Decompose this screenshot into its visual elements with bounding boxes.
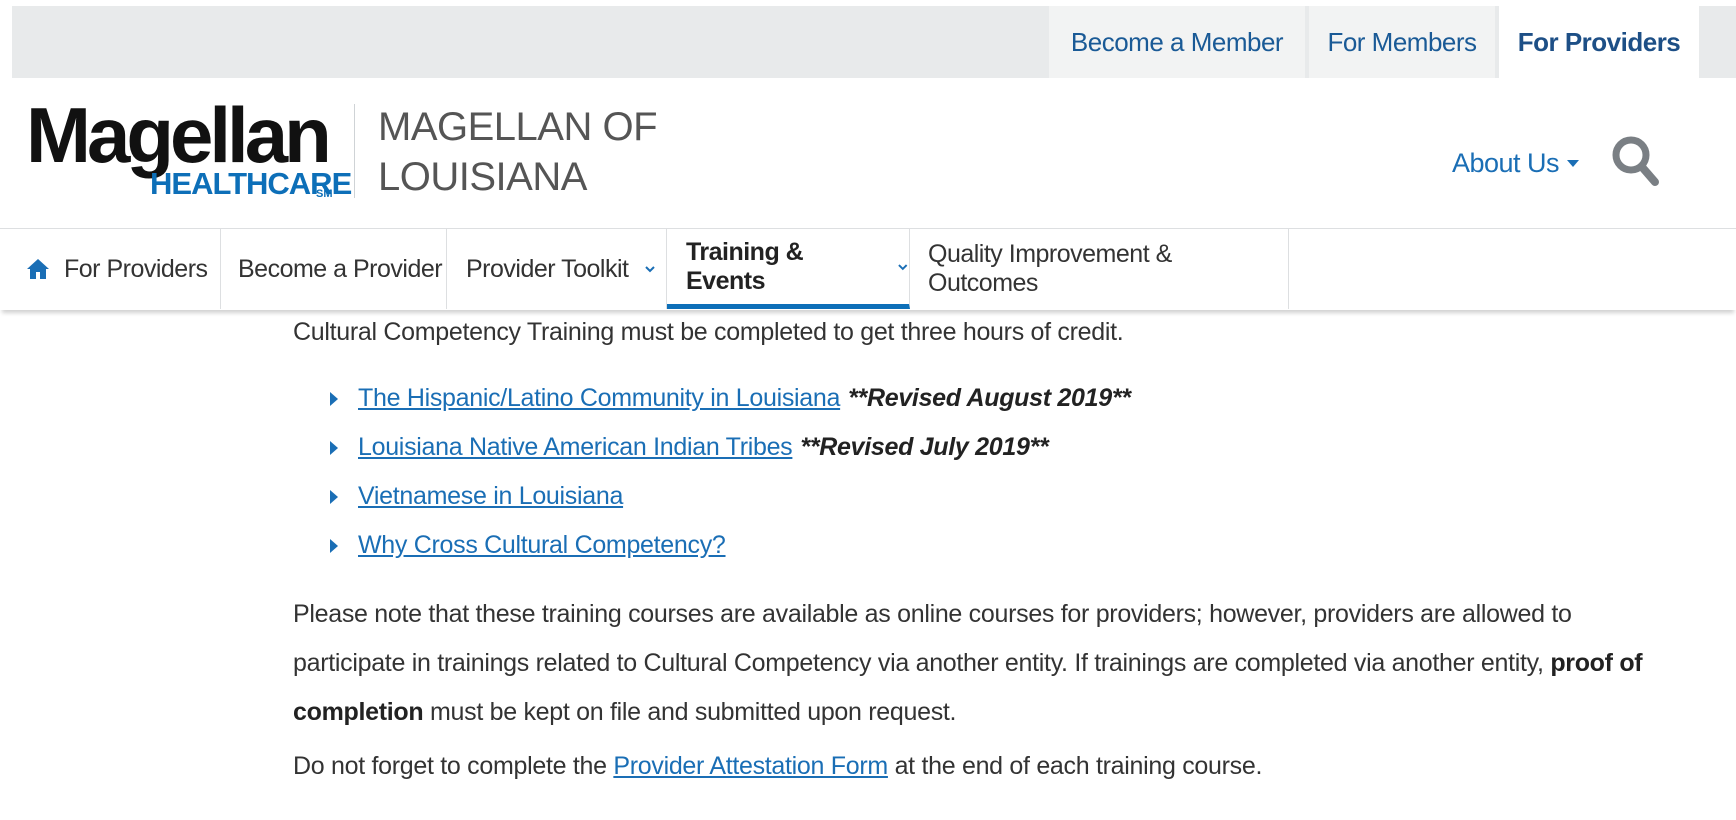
nav-quality-improvement[interactable]: Quality Improvement & Outcomes xyxy=(910,229,1289,309)
attestation-text: Do not forget to complete the xyxy=(293,752,614,780)
link-native-american[interactable]: Louisiana Native American Indian Tribes xyxy=(358,433,793,462)
link-hispanic-latino[interactable]: The Hispanic/Latino Community in Louisia… xyxy=(358,384,840,413)
logo-wordmark: Magellan xyxy=(26,91,332,179)
logo-service-mark: SM xyxy=(316,188,333,200)
nav-become-a-provider[interactable]: Become a Provider xyxy=(221,229,447,309)
attestation-paragraph: Do not forget to complete the Provider A… xyxy=(293,742,1683,791)
nav-label: Training & Events xyxy=(686,237,804,295)
nav-label: Become a Provider xyxy=(238,254,443,283)
bullet-arrow-icon xyxy=(330,538,338,553)
site-title: MAGELLAN OF LOUISIANA xyxy=(378,105,658,199)
caret-down-icon xyxy=(1567,160,1580,167)
training-links-list: The Hispanic/Latino Community in Louisia… xyxy=(330,374,1131,570)
chevron-down-icon xyxy=(645,266,656,273)
nav-label: Quality Improvement & Outcomes xyxy=(928,240,1172,297)
bullet-arrow-icon xyxy=(330,489,338,504)
tab-become-a-member[interactable]: Become a Member xyxy=(1049,6,1305,78)
nav-training-and-events[interactable]: Training & Events xyxy=(667,229,910,309)
list-item: Louisiana Native American Indian Tribes … xyxy=(330,423,1131,472)
about-us-dropdown[interactable]: About Us xyxy=(1452,148,1580,179)
tab-for-members[interactable]: For Members xyxy=(1309,6,1495,78)
list-item: Why Cross Cultural Competency? xyxy=(330,521,1131,570)
link-why-cross-cultural[interactable]: Why Cross Cultural Competency? xyxy=(358,531,726,560)
tab-label: Become a Member xyxy=(1070,26,1284,57)
provider-attestation-form-link[interactable]: Provider Attestation Form xyxy=(613,752,888,780)
main-content: Cultural Competency Training must be com… xyxy=(0,310,1736,820)
tab-label: For Members xyxy=(1327,26,1477,57)
nav-label: For Providers xyxy=(64,254,208,283)
bullet-arrow-icon xyxy=(330,391,338,406)
revision-note: **Revised July 2019** xyxy=(800,433,1049,461)
note-text-end: must be kept on file and submitted upon … xyxy=(423,698,957,726)
note-text: Please note that these training courses … xyxy=(293,600,1572,677)
attestation-text-end: at the end of each training course. xyxy=(887,752,1263,780)
site-header: Magellan HEALTHCARE SM MAGELLAN OF LOUIS… xyxy=(0,78,1736,228)
top-utility-bar: Become a Member For Members For Provider… xyxy=(12,6,1736,78)
nav-for-providers[interactable]: For Providers xyxy=(0,229,221,309)
chevron-down-icon xyxy=(898,263,908,270)
home-icon xyxy=(27,259,49,279)
nav-label: Provider Toolkit xyxy=(466,254,629,283)
link-vietnamese[interactable]: Vietnamese in Louisiana xyxy=(358,482,623,511)
search-icon[interactable] xyxy=(1610,134,1660,188)
tab-label: For Providers xyxy=(1517,26,1681,57)
list-item: The Hispanic/Latino Community in Louisia… xyxy=(330,374,1131,423)
tab-for-providers[interactable]: For Providers xyxy=(1499,6,1699,78)
note-paragraph: Please note that these training courses … xyxy=(293,590,1683,737)
nav-provider-toolkit[interactable]: Provider Toolkit xyxy=(447,229,667,309)
bullet-arrow-icon xyxy=(330,440,338,455)
intro-text: Cultural Competency Training must be com… xyxy=(293,318,1124,346)
revision-note: **Revised August 2019** xyxy=(848,384,1131,412)
main-navigation: For Providers Become a Provider Provider… xyxy=(0,228,1736,310)
list-item: Vietnamese in Louisiana xyxy=(330,472,1131,521)
logo-divider xyxy=(354,104,355,198)
about-us-label: About Us xyxy=(1452,148,1560,178)
